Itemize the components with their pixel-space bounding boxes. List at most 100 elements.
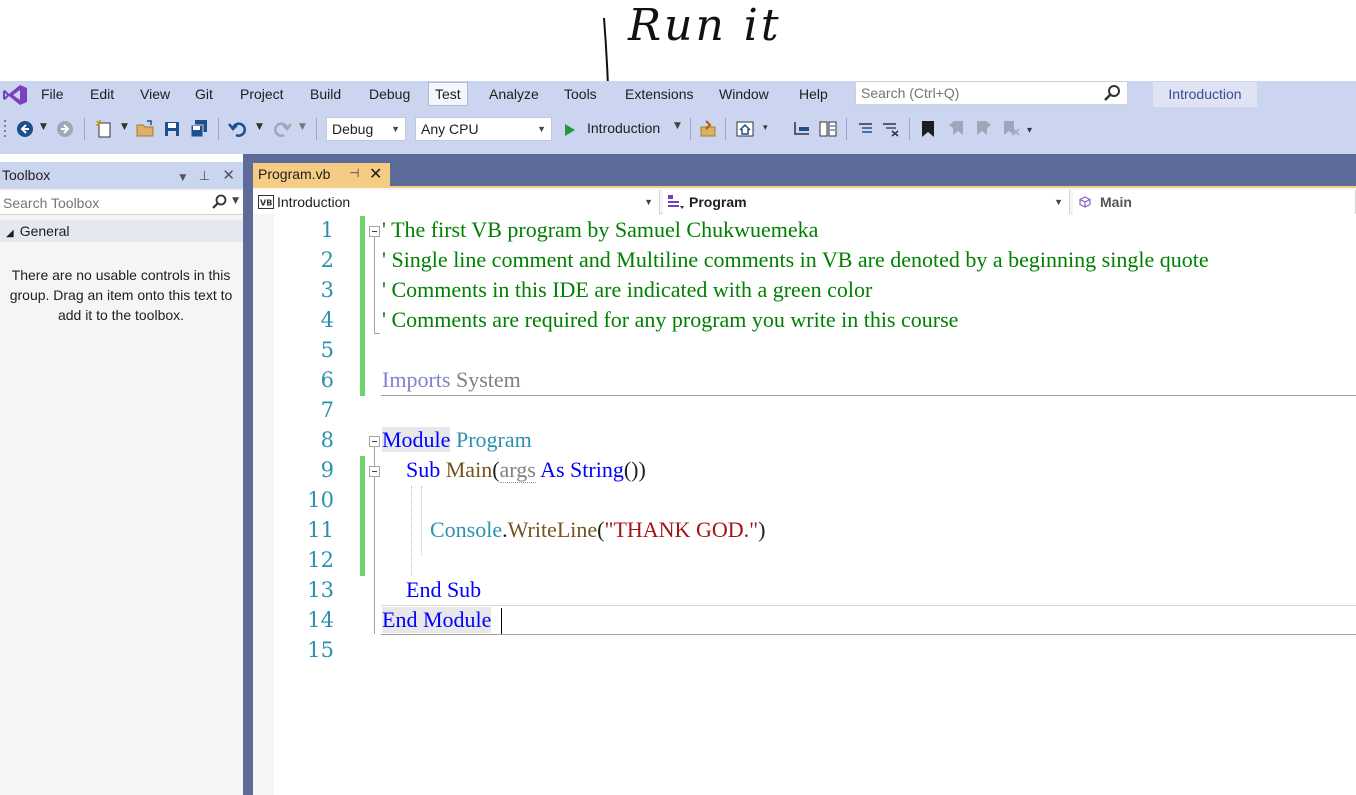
- menu-git[interactable]: Git: [195, 84, 213, 104]
- code-line-6[interactable]: Imports System: [382, 367, 521, 393]
- save-icon[interactable]: [163, 120, 181, 138]
- step-into-icon[interactable]: [792, 119, 812, 139]
- fold-region-line: [374, 237, 375, 334]
- code-line-13[interactable]: End Sub: [406, 577, 481, 603]
- solution-platform-dropdown[interactable]: Any CPU ▼: [415, 117, 552, 141]
- search-options-dropdown-icon[interactable]: ▼: [232, 196, 239, 206]
- redo-icon[interactable]: [272, 119, 292, 139]
- menu-file[interactable]: File: [41, 84, 64, 104]
- code-line-9[interactable]: Sub Main(args As String()): [406, 457, 646, 483]
- menu-help[interactable]: Help: [799, 84, 828, 104]
- comment-lines-icon[interactable]: [856, 119, 876, 139]
- chevron-down-icon: ▼: [1054, 197, 1063, 207]
- collapse-triangle-icon: ◢: [6, 228, 14, 239]
- solution-configuration-dropdown[interactable]: Debug ▼: [326, 117, 406, 141]
- code-line-11[interactable]: Console.WriteLine("THANK GOD."): [430, 517, 765, 543]
- navigate-back-dropdown-icon[interactable]: ▼: [40, 122, 47, 132]
- next-bookmark-icon[interactable]: [973, 119, 993, 139]
- toolbar-separator: [846, 118, 847, 140]
- solution-explorer-home-icon[interactable]: [735, 119, 755, 139]
- type-dropdown[interactable]: Program ▼: [663, 190, 1070, 214]
- panel-splitter[interactable]: [243, 154, 253, 795]
- bookmark-icon[interactable]: [919, 119, 937, 139]
- annotation-handwriting: Run it: [628, 0, 782, 51]
- indicator-margin[interactable]: [253, 214, 274, 795]
- close-icon[interactable]: ✕: [222, 166, 235, 184]
- navigate-forward-icon[interactable]: [56, 120, 74, 138]
- line-number: 15: [307, 638, 334, 662]
- toolbar-separator: [725, 118, 726, 140]
- code-line-4[interactable]: ' Comments are required for any program …: [382, 307, 958, 333]
- open-file-icon[interactable]: [135, 119, 155, 139]
- line-number: 4: [320, 308, 334, 332]
- navigate-back-icon[interactable]: [16, 120, 34, 138]
- menu-debug[interactable]: Debug: [369, 84, 410, 104]
- document-tab-strip: [253, 154, 1356, 188]
- line-number: 6: [320, 368, 334, 392]
- toolbar-options-icon[interactable]: ▾: [1027, 125, 1032, 136]
- solution-platform-value: Any CPU: [421, 121, 479, 137]
- svg-text:VB: VB: [260, 199, 272, 208]
- menu-test[interactable]: Test: [428, 82, 468, 106]
- pin-tab-icon[interactable]: ⊣: [349, 166, 359, 180]
- undo-dropdown-icon[interactable]: ▼: [256, 122, 263, 132]
- auto-hide-pin-icon[interactable]: ⊥: [199, 169, 210, 184]
- line-number: 2: [320, 248, 334, 272]
- method-cube-icon: [1079, 196, 1091, 208]
- code-line-8[interactable]: Module Program: [382, 427, 532, 453]
- previous-bookmark-icon[interactable]: [947, 119, 967, 139]
- new-project-icon[interactable]: [94, 119, 114, 139]
- toolbox-search-bar[interactable]: ▼: [0, 191, 243, 215]
- redo-dropdown-icon[interactable]: ▼: [299, 122, 306, 132]
- toolbox-window-controls: ▼ ⊥ ✕: [179, 166, 235, 184]
- quick-launch-search[interactable]: [855, 81, 1128, 105]
- start-play-icon[interactable]: [562, 119, 578, 141]
- line-number: 8: [320, 428, 334, 452]
- hot-reload-icon[interactable]: [698, 119, 718, 139]
- procedure-separator: [381, 605, 1356, 606]
- clear-bookmarks-icon[interactable]: [1000, 119, 1020, 139]
- undo-icon[interactable]: [228, 119, 248, 139]
- line-number: 10: [307, 488, 334, 512]
- code-line-14[interactable]: End Module: [382, 607, 492, 633]
- toolbar-overflow-icon[interactable]: ▾: [763, 123, 768, 133]
- code-line-1[interactable]: ' The first VB program by Samuel Chukwue…: [382, 217, 818, 243]
- code-line-2[interactable]: ' Single line comment and Multiline comm…: [382, 247, 1209, 273]
- object-browser-icon[interactable]: [818, 119, 838, 139]
- method-name: Main: [440, 457, 493, 482]
- menu-build[interactable]: Build: [310, 84, 341, 104]
- close-tab-icon[interactable]: ✕: [369, 164, 382, 183]
- menu-tools[interactable]: Tools: [564, 84, 597, 104]
- quick-launch-input[interactable]: [861, 83, 1101, 103]
- collapse-region-icon[interactable]: [369, 226, 380, 237]
- menu-extensions[interactable]: Extensions: [625, 84, 693, 104]
- save-all-icon[interactable]: [189, 119, 209, 139]
- code-line-3[interactable]: ' Comments in this IDE are indicated wit…: [382, 277, 872, 303]
- toolbar-separator: [218, 118, 219, 140]
- visual-studio-logo-icon: [3, 85, 27, 105]
- document-tab-program-vb[interactable]: Program.vb ⊣ ✕: [253, 163, 390, 188]
- toolbox-search-input[interactable]: [3, 193, 198, 213]
- start-dropdown-icon[interactable]: ▼: [674, 121, 681, 131]
- menu-view[interactable]: View: [140, 84, 170, 104]
- line-number: 7: [320, 398, 334, 422]
- toolbar-separator: [690, 118, 691, 140]
- collapse-region-icon[interactable]: [369, 436, 380, 447]
- search-icon[interactable]: [1103, 84, 1121, 102]
- collapse-region-icon[interactable]: [369, 466, 380, 477]
- menu-analyze[interactable]: Analyze: [489, 84, 539, 104]
- new-project-dropdown-icon[interactable]: ▼: [121, 122, 128, 132]
- menu-edit[interactable]: Edit: [90, 84, 114, 104]
- menu-window[interactable]: Window: [719, 84, 769, 104]
- search-icon[interactable]: [211, 194, 227, 210]
- solution-configuration-value: Debug: [332, 121, 374, 137]
- member-dropdown[interactable]: Main: [1073, 190, 1356, 214]
- window-position-dropdown-icon[interactable]: ▼: [179, 173, 186, 183]
- solution-name-badge[interactable]: Introduction: [1153, 82, 1257, 107]
- project-dropdown[interactable]: VB Introduction ▼: [253, 190, 660, 214]
- menu-project[interactable]: Project: [240, 84, 284, 104]
- start-debugging-button[interactable]: Introduction: [587, 120, 660, 136]
- fold-region-end: [374, 333, 380, 334]
- uncomment-lines-icon[interactable]: [880, 119, 900, 139]
- toolbox-group-general[interactable]: ◢ General: [0, 220, 243, 242]
